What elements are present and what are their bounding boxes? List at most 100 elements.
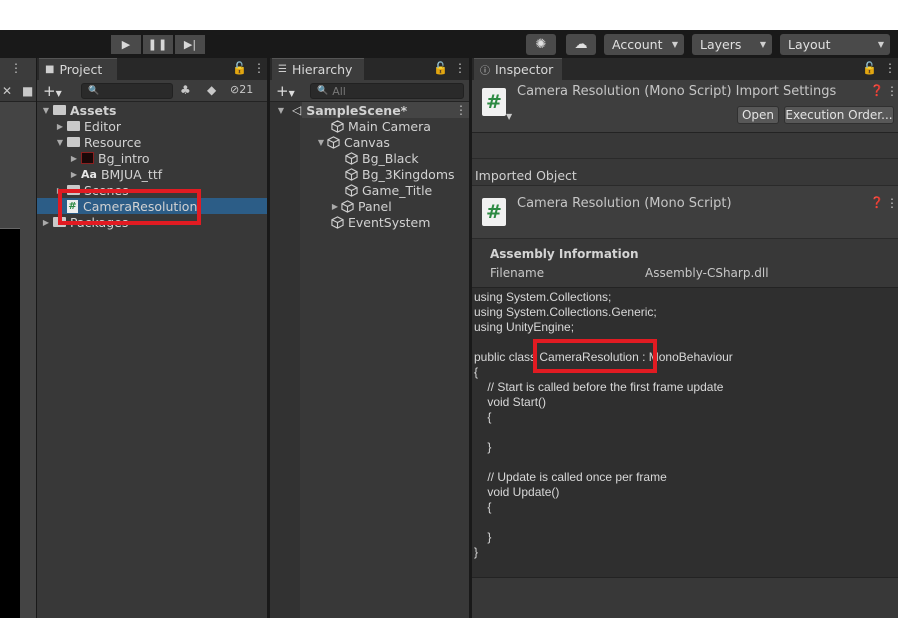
image-thumbnail-icon <box>81 152 94 164</box>
gameobject-cube-icon <box>331 119 344 133</box>
pause-button[interactable]: ❚❚ <box>143 35 173 54</box>
hierarchy-item-eventsystem[interactable]: EventSystem <box>330 214 430 230</box>
collapse-arrow-icon: ▶ <box>42 217 50 227</box>
code-line: using UnityEngine; <box>474 320 575 334</box>
camera-icon[interactable]: ■ <box>22 84 33 98</box>
hierarchy-item-game-title[interactable]: Game_Title <box>344 182 432 198</box>
tree-item-label: Bg_intro <box>98 150 150 166</box>
scene-view-fragment: ⋮ ✕ ■ <box>0 58 36 618</box>
highlight-box <box>533 339 657 373</box>
help-icon[interactable]: ❓ <box>870 84 884 97</box>
tab-label: Inspector <box>495 62 554 77</box>
create-button[interactable]: +▼ <box>276 82 295 100</box>
lock-icon[interactable]: 🔓 <box>433 61 448 75</box>
filename-label: Filename <box>490 266 545 280</box>
hierarchy-item-label: Game_Title <box>362 182 433 198</box>
object-title: Camera Resolution (Mono Script) <box>517 196 732 211</box>
window-right-edge <box>898 0 911 618</box>
hierarchy-item-canvas[interactable]: ▼ Canvas <box>316 134 390 150</box>
layers-dropdown[interactable]: Layers ▼ <box>692 34 772 55</box>
tree-item-label: Resource <box>84 134 142 150</box>
gameobject-cube-icon <box>341 199 354 213</box>
execution-order-button[interactable]: Execution Order... <box>784 106 894 124</box>
filter-by-type-icon[interactable]: ♣ <box>180 83 191 97</box>
script-code: using System.Collections; using System.Co… <box>474 290 733 560</box>
more-icon[interactable]: ⋮ <box>886 84 898 98</box>
imported-object-header <box>472 186 898 238</box>
more-icon[interactable]: ⋮ <box>886 196 898 210</box>
hierarchy-item-bg-3kingdoms[interactable]: Bg_3Kingdoms <box>344 166 455 182</box>
project-search-input[interactable]: 🔍 <box>81 83 173 99</box>
open-button[interactable]: Open <box>737 106 779 124</box>
step-icon: ▶| <box>183 38 197 51</box>
gameobject-cube-icon <box>345 167 358 181</box>
more-icon[interactable]: ⋮ <box>884 61 896 75</box>
more-icon[interactable]: ⋮ <box>455 103 467 117</box>
filter-by-label-icon[interactable]: ◆ <box>207 83 216 97</box>
code-line: } <box>474 440 492 454</box>
play-button[interactable]: ▶ <box>111 35 141 54</box>
tab-project[interactable]: ■ Project <box>39 58 117 80</box>
script-hash-icon: # <box>482 88 506 116</box>
tab-label: Hierarchy <box>291 62 353 77</box>
tree-item-bg-intro[interactable]: ▶ Bg_intro <box>69 150 150 166</box>
lock-icon[interactable]: 🔓 <box>862 61 877 75</box>
code-line: // Start is called before the first fram… <box>474 380 724 394</box>
help-icon[interactable]: ❓ <box>870 196 884 209</box>
lighting-settings-button[interactable]: ✺ <box>526 34 556 55</box>
tab-label: Project <box>59 62 103 77</box>
expand-arrow-icon: ▼ <box>56 137 64 147</box>
scene-row[interactable]: ▼ ◁ SampleScene* <box>278 102 469 118</box>
more-icon[interactable]: ⋮ <box>253 61 265 75</box>
tree-item-resource[interactable]: ▼ Resource <box>55 134 141 150</box>
hidden-packages-toggle[interactable]: ⊘21 <box>230 83 253 96</box>
collapse-arrow-icon: ▶ <box>331 201 339 211</box>
gameobject-cube-icon <box>345 183 358 197</box>
layout-dropdown[interactable]: Layout ▼ <box>780 34 890 55</box>
hierarchy-item-label: Panel <box>358 198 392 214</box>
folder-open-icon <box>67 137 80 147</box>
folder-icon: ■ <box>45 64 55 75</box>
chevron-down-icon[interactable]: ▼ <box>506 112 512 121</box>
gameobject-cube-icon <box>345 151 358 165</box>
eye-hidden-icon: ⊘ <box>230 83 240 96</box>
hidden-count: 21 <box>239 83 254 96</box>
tree-item-assets[interactable]: ▼ Assets <box>41 102 117 118</box>
play-icon: ▶ <box>121 38 131 51</box>
code-line: void Update() <box>474 485 560 499</box>
step-button[interactable]: ▶| <box>175 35 205 54</box>
cloud-button[interactable]: ☁ <box>566 34 596 55</box>
chevron-down-icon: ▼ <box>671 40 678 49</box>
hierarchy-item-label: Bg_3Kingdoms <box>362 166 455 182</box>
expand-arrow-icon: ▼ <box>277 105 285 115</box>
unity-scene-icon: ◁ <box>292 103 302 117</box>
lock-icon[interactable]: 🔓 <box>232 61 247 75</box>
create-button[interactable]: +▼ <box>43 82 62 100</box>
account-dropdown[interactable]: Account ▼ <box>604 34 684 55</box>
tab-inspector[interactable]: ⓘ Inspector <box>474 58 562 80</box>
chevron-down-icon: ▼ <box>759 40 766 49</box>
more-icon[interactable]: ⋮ <box>10 61 22 75</box>
folder-icon <box>67 121 80 131</box>
tree-item-bmjua-ttf[interactable]: ▶ Aa BMJUA_ttf <box>69 166 162 182</box>
hierarchy-panel: ☰ Hierarchy 🔓 ⋮ +▼ 🔍 All ▼ ◁ SampleScene… <box>270 58 469 618</box>
hierarchy-item-panel[interactable]: ▶ Panel <box>330 198 392 214</box>
tree-item-editor[interactable]: ▶ Editor <box>55 118 121 134</box>
hierarchy-search-input[interactable]: 🔍 All <box>310 83 464 99</box>
hierarchy-item-label: Bg_Black <box>362 150 419 166</box>
tab-hierarchy[interactable]: ☰ Hierarchy <box>272 58 364 80</box>
highlight-box <box>58 189 201 225</box>
hierarchy-item-main-camera[interactable]: Main Camera <box>330 118 431 134</box>
hierarchy-item-bg-black[interactable]: Bg_Black <box>344 150 419 166</box>
filename-value: Assembly-CSharp.dll <box>645 266 769 280</box>
search-icon: 🔍 <box>317 86 329 96</box>
collapse-arrow-icon: ▶ <box>70 153 78 163</box>
window-top-area <box>0 0 898 30</box>
code-line: void Start() <box>474 395 547 409</box>
search-placeholder: All <box>332 84 346 98</box>
tool-icon[interactable]: ✕ <box>2 84 12 98</box>
more-icon[interactable]: ⋮ <box>454 61 466 75</box>
project-panel: ■ Project 🔓 ⋮ +▼ 🔍 ♣ ◆ ⊘21 ▼ Assets ▶ Ed… <box>37 58 267 618</box>
